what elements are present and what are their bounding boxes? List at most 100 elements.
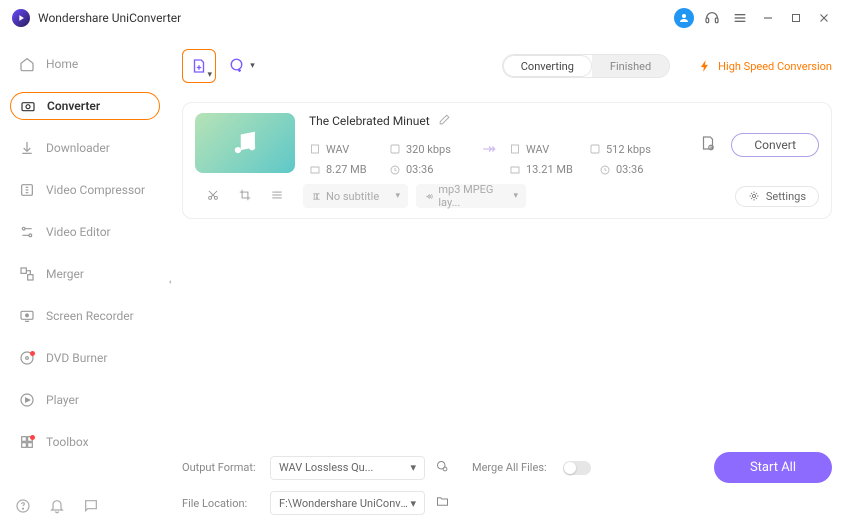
sidebar-item-label: Video Editor xyxy=(46,225,111,239)
src-bitrate: 320 kbps xyxy=(406,143,451,156)
file-title: The Celebrated Minuet xyxy=(309,114,430,128)
titlebar: Wondershare UniConverter xyxy=(0,0,850,36)
effects-icon[interactable] xyxy=(270,188,284,205)
src-duration: 03:36 xyxy=(406,163,433,176)
sidebar-item-merger[interactable]: Merger xyxy=(10,260,160,288)
sidebar-item-label: Downloader xyxy=(46,141,110,155)
support-icon[interactable] xyxy=(698,4,726,32)
sidebar-item-player[interactable]: Player xyxy=(10,386,160,414)
subtitle-dropdown[interactable]: No subtitle ▾ xyxy=(303,184,408,208)
sidebar-item-label: Screen Recorder xyxy=(46,309,134,323)
close-button[interactable] xyxy=(810,4,838,32)
feedback-icon[interactable] xyxy=(83,498,99,517)
user-avatar[interactable] xyxy=(670,4,698,32)
start-all-button[interactable]: Start All xyxy=(714,452,832,483)
subtitle-value: No subtitle xyxy=(326,190,379,203)
file-card: The Celebrated Minuet WAV 320 kbps WAV 5… xyxy=(182,102,832,219)
sidebar-item-label: DVD Burner xyxy=(46,351,107,365)
sidebar-item-compressor[interactable]: Video Compressor xyxy=(10,176,160,204)
audiotrack-dropdown[interactable]: mp3 MPEG lay... ▾ xyxy=(416,184,526,208)
merger-icon xyxy=(18,265,36,283)
bitrate-icon xyxy=(389,143,402,156)
main-panel: ▾ ▾ Converting Finished High Speed Conve… xyxy=(170,36,850,527)
recorder-icon xyxy=(18,307,36,325)
format-icon xyxy=(309,143,322,156)
sidebar-item-home[interactable]: Home xyxy=(10,50,160,78)
sidebar-item-label: Converter xyxy=(47,99,100,113)
sidebar-item-label: Toolbox xyxy=(46,435,89,449)
convert-button[interactable]: Convert xyxy=(731,133,819,157)
file-thumbnail[interactable] xyxy=(195,113,295,173)
notification-icon[interactable] xyxy=(49,498,65,517)
sidebar: Home Converter Downloader Video Compress… xyxy=(0,36,170,527)
compressor-icon xyxy=(18,181,36,199)
sidebar-item-converter[interactable]: Converter xyxy=(10,92,160,120)
merge-label: Merge All Files: xyxy=(472,461,547,474)
edit-title-icon[interactable] xyxy=(438,113,451,129)
player-icon xyxy=(18,391,36,409)
src-size: 8.27 MB xyxy=(326,163,367,176)
sidebar-item-label: Player xyxy=(46,393,79,407)
duration-icon xyxy=(599,163,612,176)
output-format-value: WAV Lossless Qu... xyxy=(279,461,373,474)
tab-label: Finished xyxy=(610,60,651,73)
arrow-icon xyxy=(469,139,509,159)
sidebar-item-editor[interactable]: Video Editor xyxy=(10,218,160,246)
bitrate-icon xyxy=(589,143,602,156)
output-format-icon[interactable] xyxy=(699,134,717,155)
convert-label: Convert xyxy=(754,138,796,152)
sidebar-item-label: Video Compressor xyxy=(46,183,145,197)
file-location-dropdown[interactable]: F:\Wondershare UniConverter ▾ xyxy=(270,491,425,515)
high-speed-label: High Speed Conversion xyxy=(718,60,832,73)
output-format-dropdown[interactable]: WAV Lossless Qu... ▾ xyxy=(270,456,425,480)
sidebar-item-dvd[interactable]: DVD Burner xyxy=(10,344,160,372)
notification-dot-icon xyxy=(30,351,35,356)
high-speed-conversion-link[interactable]: High Speed Conversion xyxy=(698,59,832,73)
downloader-icon xyxy=(18,139,36,157)
duration-icon xyxy=(389,163,402,176)
crop-icon[interactable] xyxy=(238,188,252,205)
sidebar-item-label: Home xyxy=(46,57,78,71)
settings-label: Settings xyxy=(766,190,806,203)
maximize-button[interactable] xyxy=(782,4,810,32)
notification-dot-icon xyxy=(30,435,35,440)
dst-format: WAV xyxy=(526,143,549,156)
minimize-button[interactable] xyxy=(754,4,782,32)
dst-size: 13.21 MB xyxy=(526,163,573,176)
converter-icon xyxy=(19,97,37,115)
menu-icon[interactable] xyxy=(726,4,754,32)
trim-icon[interactable] xyxy=(206,188,220,205)
home-icon xyxy=(18,55,36,73)
sidebar-item-recorder[interactable]: Screen Recorder xyxy=(10,302,160,330)
status-tabs: Converting Finished xyxy=(502,54,670,78)
editor-icon xyxy=(18,223,36,241)
src-format: WAV xyxy=(326,143,349,156)
dst-duration: 03:36 xyxy=(616,163,643,176)
footer: Output Format: WAV Lossless Qu... ▾ Merg… xyxy=(182,444,832,515)
merge-toggle[interactable] xyxy=(563,461,591,475)
browse-folder-icon[interactable] xyxy=(435,494,450,512)
tab-finished[interactable]: Finished xyxy=(592,55,669,77)
output-settings-icon[interactable] xyxy=(435,459,450,477)
file-location-label: File Location: xyxy=(182,497,260,510)
format-icon xyxy=(509,143,522,156)
size-icon xyxy=(509,163,522,176)
add-file-button[interactable]: ▾ xyxy=(182,49,216,83)
collapse-sidebar-handle[interactable] xyxy=(164,262,176,302)
sidebar-item-label: Merger xyxy=(46,267,84,281)
sidebar-item-toolbox[interactable]: Toolbox xyxy=(10,428,160,456)
audiotrack-value: mp3 MPEG lay... xyxy=(438,183,513,209)
sidebar-item-downloader[interactable]: Downloader xyxy=(10,134,160,162)
start-all-label: Start All xyxy=(750,460,796,475)
app-title: Wondershare UniConverter xyxy=(38,11,181,25)
tab-converting[interactable]: Converting xyxy=(503,55,592,77)
size-icon xyxy=(309,163,322,176)
app-logo-icon xyxy=(12,9,30,27)
dst-bitrate: 512 kbps xyxy=(606,143,651,156)
tab-label: Converting xyxy=(521,60,574,73)
output-format-label: Output Format: xyxy=(182,461,260,474)
file-location-value: F:\Wondershare UniConverter xyxy=(279,497,410,510)
help-icon[interactable] xyxy=(15,498,31,517)
file-settings-button[interactable]: Settings xyxy=(735,186,819,207)
add-url-button[interactable]: ▾ xyxy=(228,52,256,80)
